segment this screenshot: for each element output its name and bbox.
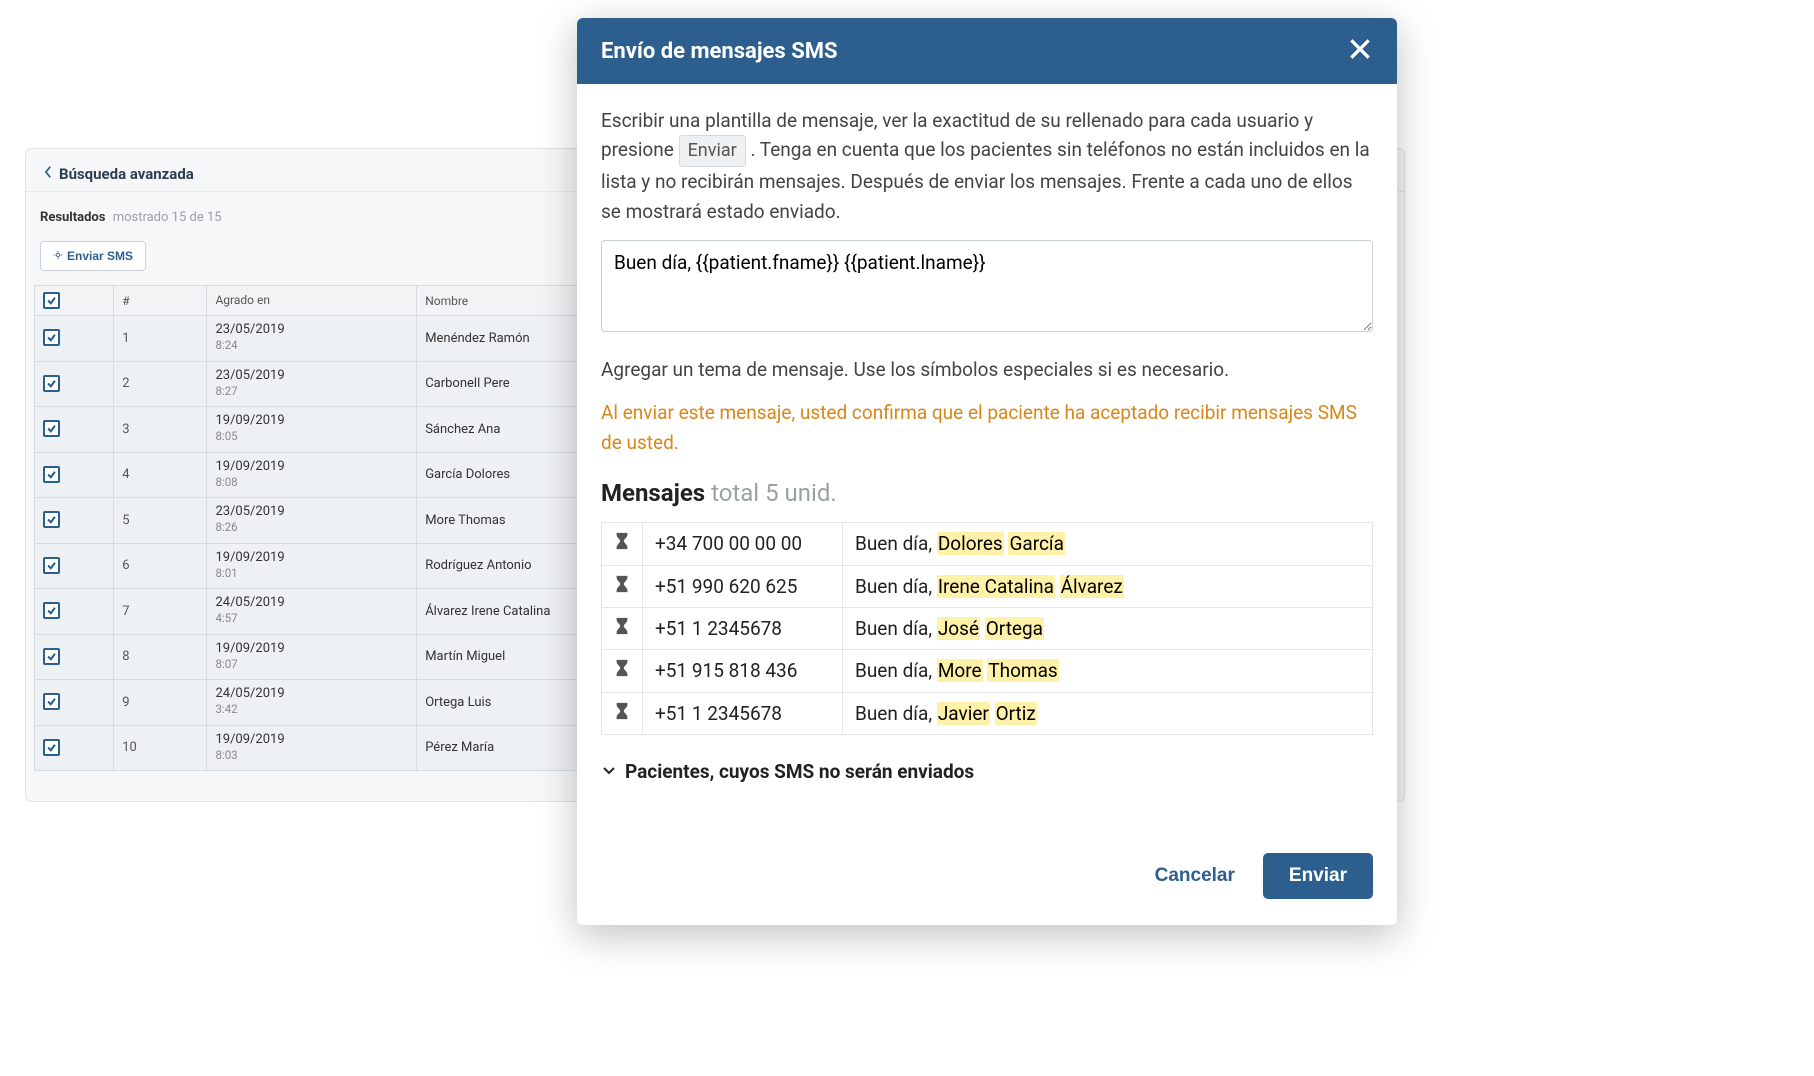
checkbox-icon (43, 648, 60, 665)
modal-footer: Cancelar Enviar (577, 793, 1397, 925)
row-checkbox[interactable] (35, 361, 114, 407)
message-row: +34 700 00 00 00Buen día, Dolores García (602, 523, 1373, 565)
modal-title: Envío de mensajes SMS (601, 39, 838, 64)
row-date: 19/09/20198:01 (207, 543, 417, 589)
checkbox-icon (43, 693, 60, 710)
message-preview: Buen día, More Thomas (843, 650, 1373, 692)
checkbox-icon (43, 739, 60, 756)
message-preview: Buen día, Irene Catalina Álvarez (843, 565, 1373, 607)
message-phone: +51 1 2345678 (643, 692, 843, 734)
message-phone: +34 700 00 00 00 (643, 523, 843, 565)
checkbox-icon (43, 557, 60, 574)
message-preview: Buen día, Javier Ortiz (843, 692, 1373, 734)
message-preview: Buen día, Dolores García (843, 523, 1373, 565)
checkbox-icon (43, 602, 60, 619)
row-checkbox[interactable] (35, 316, 114, 362)
row-number: 8 (114, 634, 207, 680)
row-checkbox[interactable] (35, 680, 114, 726)
messages-preview-table: +34 700 00 00 00Buen día, Dolores García… (601, 522, 1373, 735)
row-date: 19/09/20198:08 (207, 452, 417, 498)
message-phone: +51 990 620 625 (643, 565, 843, 607)
row-date: 23/05/20198:24 (207, 316, 417, 362)
row-checkbox[interactable] (35, 725, 114, 771)
checkbox-icon (43, 375, 60, 392)
row-date: 19/09/20198:05 (207, 407, 417, 453)
sms-modal: Envío de mensajes SMS Escribir una plant… (577, 18, 1397, 925)
sms-icon (53, 249, 63, 263)
messages-title: Mensajes total 5 unid. (601, 475, 1373, 512)
row-checkbox[interactable] (35, 543, 114, 589)
message-row: +51 1 2345678Buen día, José Ortega (602, 608, 1373, 650)
checkbox-icon (43, 329, 60, 346)
message-row: +51 990 620 625Buen día, Irene Catalina … (602, 565, 1373, 607)
row-checkbox[interactable] (35, 498, 114, 544)
checkbox-icon (43, 420, 60, 437)
row-number: 10 (114, 725, 207, 771)
consent-warning: Al enviar este mensaje, usted confirma q… (601, 398, 1373, 457)
modal-body: Escribir una plantilla de mensaje, ver l… (577, 84, 1397, 793)
panel-title: Búsqueda avanzada (59, 165, 194, 183)
row-number: 7 (114, 589, 207, 635)
header-num[interactable]: # (114, 286, 207, 316)
hourglass-icon (602, 565, 643, 607)
message-preview: Buen día, José Ortega (843, 608, 1373, 650)
message-row: +51 915 818 436Buen día, More Thomas (602, 650, 1373, 692)
template-hint: Agregar un tema de mensaje. Use los símb… (601, 355, 1373, 384)
row-number: 5 (114, 498, 207, 544)
close-icon[interactable] (1347, 36, 1373, 66)
row-checkbox[interactable] (35, 589, 114, 635)
excluded-patients-label: Pacientes, cuyos SMS no serán enviados (625, 757, 974, 786)
hourglass-icon (602, 650, 643, 692)
message-template-input[interactable] (601, 240, 1373, 332)
row-date: 23/05/20198:26 (207, 498, 417, 544)
chevron-left-icon[interactable] (44, 165, 53, 183)
modal-description: Escribir una plantilla de mensaje, ver l… (601, 106, 1373, 226)
chevron-down-icon (601, 757, 617, 786)
hourglass-icon (602, 608, 643, 650)
results-label: Resultados (40, 210, 105, 225)
checkbox-icon (43, 466, 60, 483)
message-row: +51 1 2345678Buen día, Javier Ortiz (602, 692, 1373, 734)
checkbox-icon (43, 511, 60, 528)
row-number: 9 (114, 680, 207, 726)
row-number: 2 (114, 361, 207, 407)
row-number: 3 (114, 407, 207, 453)
row-date: 19/09/20198:03 (207, 725, 417, 771)
send-button[interactable]: Enviar (1263, 853, 1373, 899)
messages-total: total 5 unid. (711, 479, 837, 507)
hourglass-icon (602, 523, 643, 565)
header-added[interactable]: Agrado en (207, 286, 417, 316)
cancel-button[interactable]: Cancelar (1155, 865, 1235, 887)
row-checkbox[interactable] (35, 452, 114, 498)
row-number: 1 (114, 316, 207, 362)
send-sms-button[interactable]: Enviar SMS (40, 241, 146, 271)
row-date: 23/05/20198:27 (207, 361, 417, 407)
checkbox-icon (43, 292, 60, 309)
message-phone: +51 1 2345678 (643, 608, 843, 650)
row-checkbox[interactable] (35, 634, 114, 680)
row-number: 6 (114, 543, 207, 589)
excluded-patients-toggle[interactable]: Pacientes, cuyos SMS no serán enviados (601, 757, 1373, 786)
row-date: 19/09/20198:07 (207, 634, 417, 680)
send-sms-label: Enviar SMS (67, 249, 133, 263)
hourglass-icon (602, 692, 643, 734)
messages-label: Mensajes (601, 479, 705, 507)
row-date: 24/05/20194:57 (207, 589, 417, 635)
modal-header: Envío de mensajes SMS (577, 18, 1397, 84)
results-count: mostrado 15 de 15 (113, 210, 222, 225)
message-phone: +51 915 818 436 (643, 650, 843, 692)
row-number: 4 (114, 452, 207, 498)
header-checkbox-cell[interactable] (35, 286, 114, 316)
row-date: 24/05/20193:42 (207, 680, 417, 726)
desc-key: Enviar (679, 135, 746, 167)
row-checkbox[interactable] (35, 407, 114, 453)
